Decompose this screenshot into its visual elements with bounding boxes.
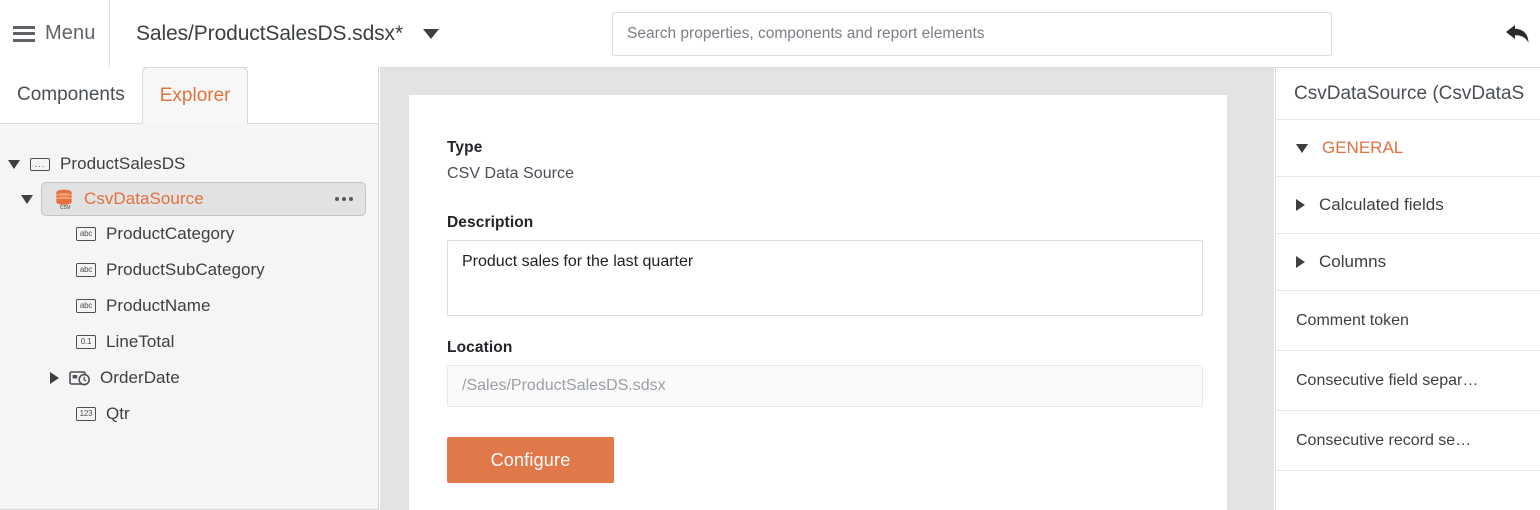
tree-item-label: Qtr bbox=[106, 404, 130, 423]
expand-toggle[interactable] bbox=[2, 159, 26, 169]
expand-toggle[interactable] bbox=[15, 194, 39, 204]
tree-item-productsalesds[interactable]: ... ProductSalesDS bbox=[2, 146, 357, 182]
property-label: Consecutive field separ… bbox=[1296, 371, 1479, 389]
dataset-icon: ... bbox=[26, 157, 54, 171]
property-label: Consecutive record se… bbox=[1296, 431, 1472, 449]
csv-database-icon: csv bbox=[50, 188, 78, 210]
tree-item-orderdate[interactable]: OrderDate bbox=[42, 360, 378, 396]
more-options-icon[interactable] bbox=[335, 197, 353, 201]
string-field-icon-text: abc bbox=[76, 299, 96, 313]
left-sidebar: Components Explorer ... ProductSalesDS c… bbox=[0, 67, 379, 510]
property-section-columns[interactable]: Columns bbox=[1276, 234, 1540, 291]
svg-text:csv: csv bbox=[60, 204, 71, 210]
tree-item-label: ProductSalesDS bbox=[60, 154, 186, 173]
decimal-field-icon-text: 0.1 bbox=[76, 335, 96, 349]
string-field-icon: abc bbox=[72, 263, 100, 277]
description-label: Description bbox=[447, 214, 534, 231]
document-title-dropdown[interactable]: Sales/ProductSalesDS.sdsx* bbox=[136, 21, 440, 46]
tabs-filler bbox=[248, 67, 378, 123]
undo-button[interactable] bbox=[1498, 14, 1538, 54]
string-field-icon-text: abc bbox=[76, 227, 96, 241]
string-field-icon: abc bbox=[72, 227, 100, 241]
tree-item-linetotal[interactable]: 0.1 LineTotal bbox=[72, 324, 378, 360]
tab-components[interactable]: Components bbox=[0, 67, 142, 123]
datetime-field-icon bbox=[66, 370, 94, 386]
type-label: Type bbox=[447, 139, 483, 156]
tree-item-label: OrderDate bbox=[100, 368, 180, 387]
document-title: Sales/ProductSalesDS.sdsx* bbox=[136, 21, 404, 45]
chevron-right-icon bbox=[1296, 256, 1305, 268]
tree-item-productcategory[interactable]: abc ProductCategory bbox=[72, 216, 378, 252]
search-placeholder: Search properties, components and report… bbox=[627, 25, 985, 42]
tree-item-label: ProductSubCategory bbox=[106, 260, 265, 279]
hamburger-icon bbox=[13, 25, 35, 42]
design-canvas: Type CSV Data Source Description Product… bbox=[380, 68, 1274, 510]
property-label: Comment token bbox=[1296, 311, 1409, 329]
property-section-label: Columns bbox=[1319, 252, 1387, 271]
chevron-down-icon bbox=[21, 194, 33, 204]
dataset-icon-text: ... bbox=[30, 157, 50, 171]
property-row-consecutive-record-separators: Consecutive record se… bbox=[1276, 411, 1540, 471]
explorer-tree: ... ProductSalesDS csv CsvDataSource abc… bbox=[0, 124, 378, 509]
tree-item-label: LineTotal bbox=[106, 332, 175, 351]
location-input[interactable]: /Sales/ProductSalesDS.sdsx bbox=[447, 365, 1203, 407]
tree-item-label: CsvDataSource bbox=[84, 189, 204, 208]
location-label: Location bbox=[447, 339, 513, 356]
search-input[interactable]: Search properties, components and report… bbox=[612, 12, 1332, 56]
datasource-detail-card: Type CSV Data Source Description Product… bbox=[409, 95, 1227, 510]
chevron-right-icon bbox=[1296, 199, 1305, 211]
app-root: Menu Sales/ProductSalesDS.sdsx* Search p… bbox=[0, 0, 1540, 510]
type-value: CSV Data Source bbox=[447, 165, 575, 182]
chevron-down-icon bbox=[8, 159, 20, 169]
property-section-calculated-fields[interactable]: Calculated fields bbox=[1276, 177, 1540, 234]
integer-field-icon-text: 123 bbox=[76, 407, 96, 421]
tree-item-label: ProductCategory bbox=[106, 224, 235, 243]
app-header: Menu Sales/ProductSalesDS.sdsx* Search p… bbox=[0, 0, 1540, 68]
string-field-icon: abc bbox=[72, 299, 100, 313]
tree-item-csvdatasource[interactable]: csv CsvDataSource bbox=[21, 182, 366, 216]
chevron-right-icon bbox=[49, 372, 59, 384]
location-placeholder: /Sales/ProductSalesDS.sdsx bbox=[462, 377, 666, 394]
property-section-general[interactable]: GENERAL bbox=[1276, 120, 1540, 177]
property-section-label: Calculated fields bbox=[1319, 195, 1444, 214]
description-input[interactable]: Product sales for the last quarter bbox=[447, 240, 1203, 316]
chevron-down-icon bbox=[423, 28, 440, 39]
property-row-comment-token: Comment token bbox=[1276, 291, 1540, 351]
tab-explorer[interactable]: Explorer bbox=[141, 67, 249, 124]
expand-toggle[interactable] bbox=[42, 372, 66, 384]
properties-panel-title: CsvDataSource (CsvDataS bbox=[1276, 68, 1540, 120]
property-row-consecutive-field-separators: Consecutive field separ… bbox=[1276, 351, 1540, 411]
string-field-icon-text: abc bbox=[76, 263, 96, 277]
tree-item-productsubcategory[interactable]: abc ProductSubCategory bbox=[72, 252, 378, 288]
undo-arrow-icon bbox=[1506, 25, 1529, 43]
tab-explorer-label: Explorer bbox=[159, 84, 231, 106]
menu-button[interactable]: Menu bbox=[0, 0, 110, 67]
property-section-label: GENERAL bbox=[1322, 138, 1404, 157]
property-row-partial bbox=[1276, 471, 1540, 510]
tab-components-label: Components bbox=[17, 84, 125, 105]
chevron-down-icon bbox=[1296, 143, 1308, 153]
tree-item-productname[interactable]: abc ProductName bbox=[72, 288, 378, 324]
tree-item-qtr[interactable]: 123 Qtr bbox=[72, 396, 378, 432]
tree-item-label: ProductName bbox=[106, 296, 211, 315]
integer-field-icon: 123 bbox=[72, 407, 100, 421]
menu-button-label: Menu bbox=[45, 22, 96, 44]
properties-panel: CsvDataSource (CsvDataS GENERAL Calculat… bbox=[1275, 68, 1540, 510]
configure-button[interactable]: Configure bbox=[447, 437, 614, 483]
description-value: Product sales for the last quarter bbox=[462, 253, 694, 270]
decimal-field-icon: 0.1 bbox=[72, 335, 100, 349]
sidebar-tabs: Components Explorer bbox=[0, 67, 378, 124]
